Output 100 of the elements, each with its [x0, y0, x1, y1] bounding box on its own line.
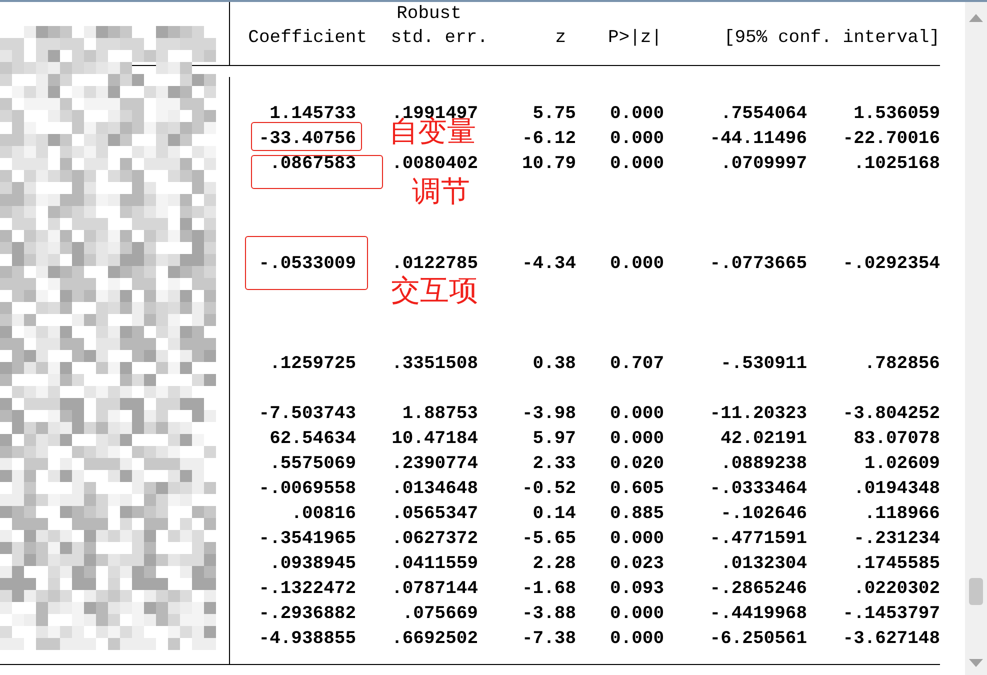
table-cell: .6692502 [392, 629, 478, 649]
table-cell: -.1453797 [842, 604, 940, 624]
table-cell: -4.34 [522, 254, 576, 274]
table-cell: 10.47184 [392, 429, 478, 449]
table-cell: .0627372 [392, 529, 478, 549]
table-cell: -.1322472 [258, 579, 356, 599]
table-cell: -5.65 [522, 529, 576, 549]
table-cell: .0132304 [720, 554, 807, 574]
table-cell: -3.804252 [842, 404, 940, 424]
table-cell: -.2936882 [258, 604, 356, 624]
table-cell: .7554064 [720, 104, 807, 124]
table-cell: 0.707 [610, 354, 664, 374]
table-cell: 83.07078 [854, 429, 940, 449]
table-cell: 1.536059 [854, 104, 940, 124]
table-cell: .0220302 [854, 579, 940, 599]
table-cell: .0194348 [854, 479, 940, 499]
table-cell: .075669 [402, 604, 478, 624]
table-cell: 0.000 [610, 629, 664, 649]
table-cell: .2390774 [392, 454, 478, 474]
table-cell: .0122785 [392, 254, 478, 274]
table-cell: 2.33 [532, 454, 576, 474]
table-cell: 0.000 [610, 154, 664, 174]
table-cell: -22.70016 [842, 129, 940, 149]
table-cell: -6.12 [522, 129, 576, 149]
table-cell: .0080402 [392, 154, 478, 174]
table-cell: .0411559 [392, 554, 478, 574]
table-cell: 0.885 [610, 504, 664, 524]
column-header: std. err. [390, 27, 489, 50]
table-cell: .3351508 [392, 354, 478, 374]
table-cell: -.0292354 [842, 254, 940, 274]
scroll-down-icon[interactable] [969, 659, 983, 667]
table-cell: 0.093 [610, 579, 664, 599]
table-cell: -.0069558 [258, 479, 356, 499]
table-cell: -33.40756 [258, 129, 356, 149]
column-header: P>|z| [606, 27, 663, 50]
table-cell: -.530911 [720, 354, 807, 374]
table-cell: 0.000 [610, 104, 664, 124]
annotation-text: 交互项 [391, 273, 478, 307]
table-cell: -4.938855 [258, 629, 356, 649]
table-cell: 0.000 [610, 429, 664, 449]
table-cell: -.0333464 [710, 479, 807, 499]
table-cell: .782856 [864, 354, 940, 374]
table-cell: -3.88 [522, 604, 576, 624]
column-header: [95% conf. interval] [722, 27, 941, 50]
table-cell: .1745585 [854, 554, 940, 574]
table-cell: 0.605 [610, 479, 664, 499]
table-cell: -44.11496 [710, 129, 807, 149]
table-cell: 0.000 [610, 129, 664, 149]
table-cell: .1259725 [270, 354, 356, 374]
table-cell: 0.000 [610, 254, 664, 274]
table-cell: 5.75 [532, 104, 576, 124]
table-cell: .1025168 [854, 154, 940, 174]
table-cell: .0709997 [720, 154, 807, 174]
table-cell: 42.02191 [720, 429, 807, 449]
table-cell: .00816 [291, 504, 356, 524]
table-cell: -6.250561 [710, 629, 807, 649]
scrollbar[interactable] [965, 2, 987, 675]
table-cell: -0.52 [522, 479, 576, 499]
table-cell: 0.000 [610, 604, 664, 624]
table-cell: -.0773665 [710, 254, 807, 274]
table-cell: .0134648 [392, 479, 478, 499]
table-cell: -11.20323 [710, 404, 807, 424]
table-cell: .0938945 [270, 554, 356, 574]
table-cell: .0867583 [270, 154, 356, 174]
table-cell: 0.023 [610, 554, 664, 574]
table-cell: -.4771591 [710, 529, 807, 549]
table-cell: .0787144 [392, 579, 478, 599]
table-cell: .0565347 [392, 504, 478, 524]
table-cell: -7.503743 [258, 404, 356, 424]
column-header: Coefficient [247, 27, 368, 50]
table-cell: -.231234 [854, 529, 940, 549]
table-cell: -.3541965 [258, 529, 356, 549]
table-cell: -3.627148 [842, 629, 940, 649]
table-cell: 0.38 [532, 354, 576, 374]
column-header: z [554, 27, 567, 50]
table-cell: 0.020 [610, 454, 664, 474]
table-cell: 1.02609 [864, 454, 940, 474]
table-cell: -3.98 [522, 404, 576, 424]
table-cell: .118966 [864, 504, 940, 524]
table-cell: 2.28 [532, 554, 576, 574]
table-cell: 0.000 [610, 404, 664, 424]
table-cell: 0.000 [610, 529, 664, 549]
table-cell: 5.97 [532, 429, 576, 449]
table-cell: -.102646 [720, 504, 807, 524]
column-header: Robust [396, 3, 462, 26]
scrollbar-thumb[interactable] [969, 578, 983, 605]
table-cell: -.2865246 [710, 579, 807, 599]
table-cell: 10.79 [522, 154, 576, 174]
table-cell: 62.54634 [270, 429, 356, 449]
table-cell: 1.145733 [270, 104, 356, 124]
table-cell: 1.88753 [402, 404, 478, 424]
table-cell: -.0533009 [258, 254, 356, 274]
table-cell: .5575069 [270, 454, 356, 474]
table-cell: .0889238 [720, 454, 807, 474]
scroll-up-icon[interactable] [969, 14, 983, 22]
table-cell: 0.14 [532, 504, 576, 524]
table-cell: -.4419968 [710, 604, 807, 624]
annotation-text: 调节 [412, 174, 470, 208]
table-cell: -1.68 [522, 579, 576, 599]
table-cell: -7.38 [522, 629, 576, 649]
